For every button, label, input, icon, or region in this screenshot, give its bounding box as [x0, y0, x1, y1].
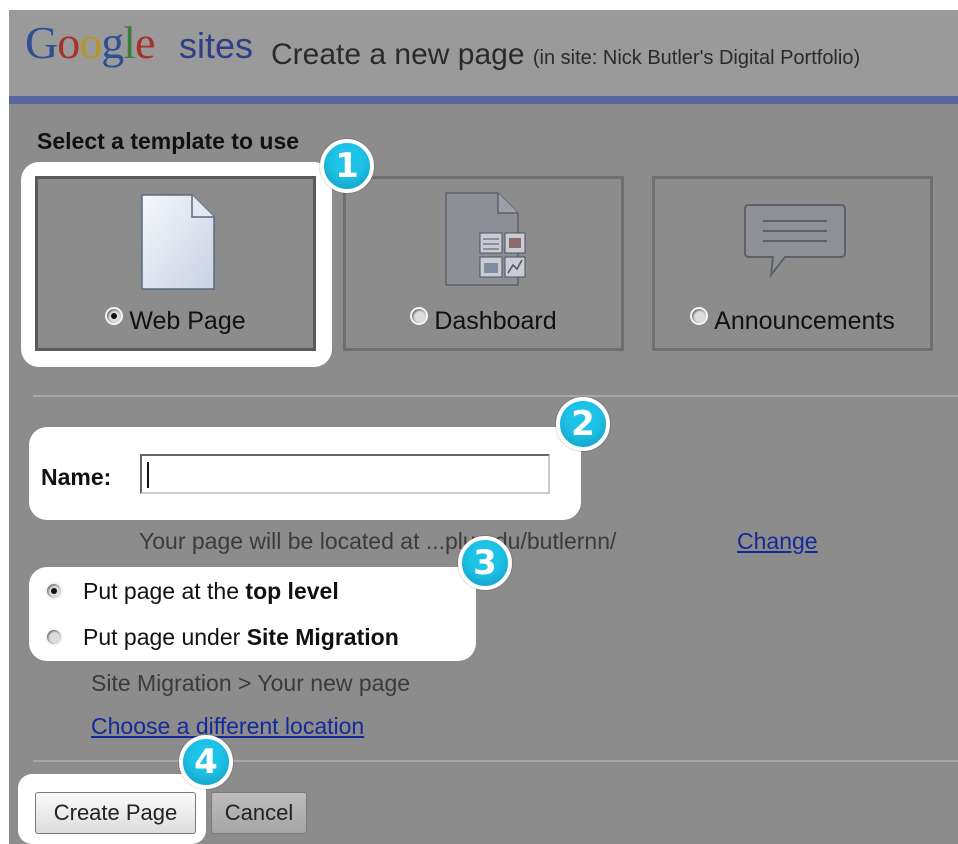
- template-option-web-page[interactable]: Web Page: [38, 307, 313, 336]
- location-option-top-level[interactable]: Put page at the top level: [45, 578, 339, 605]
- callout-badge-3: 3: [458, 536, 512, 590]
- create-page-button[interactable]: Create Page: [35, 792, 196, 834]
- blank-page-icon: [141, 194, 215, 290]
- radio-dashboard[interactable]: [410, 307, 429, 325]
- callout-badge-4: 4: [179, 735, 233, 789]
- location-top-prefix: Put page at the: [83, 578, 246, 604]
- template-label-announcements: Announcements: [714, 307, 895, 335]
- page-title-text: Create a new page: [271, 38, 525, 71]
- radio-web-page[interactable]: [105, 307, 124, 325]
- choose-location-link[interactable]: Choose a different location: [91, 713, 364, 740]
- name-input[interactable]: [140, 454, 550, 494]
- google-logo: Google: [25, 17, 155, 68]
- page-overlay: Google sites Create a new page (in site:…: [9, 10, 958, 844]
- divider: [33, 760, 958, 762]
- callout-badge-2: 2: [556, 397, 610, 451]
- location-option-under-page[interactable]: Put page under Site Migration: [45, 624, 399, 651]
- template-card-web-page[interactable]: Web Page: [35, 176, 316, 351]
- divider: [33, 395, 958, 397]
- template-label-web-page: Web Page: [129, 307, 246, 335]
- name-label: Name:: [41, 464, 112, 490]
- site-note: (in site: Nick Butler's Digital Portfoli…: [532, 47, 861, 69]
- speech-bubble-icon: [744, 204, 846, 279]
- cancel-button[interactable]: Cancel: [211, 792, 307, 834]
- header-accent-bar: [9, 96, 958, 104]
- template-card-dashboard[interactable]: Dashboard: [343, 176, 624, 351]
- location-breadcrumb: Site Migration > Your new page: [91, 670, 411, 696]
- callout-badge-1: 1: [320, 139, 374, 193]
- template-option-announcements[interactable]: Announcements: [655, 307, 930, 336]
- template-label-dashboard: Dashboard: [434, 307, 557, 335]
- header: Google sites Create a new page (in site:…: [9, 10, 958, 96]
- location-under-prefix: Put page under: [83, 624, 247, 650]
- radio-top-level[interactable]: [45, 582, 63, 600]
- template-option-dashboard[interactable]: Dashboard: [346, 307, 621, 336]
- location-top-bold: top level: [245, 578, 339, 604]
- dashboard-icon: [445, 192, 526, 286]
- template-card-announcements[interactable]: Announcements: [652, 176, 933, 351]
- radio-announcements[interactable]: [690, 307, 709, 325]
- page-title: Create a new page (in site: Nick Butler'…: [271, 40, 860, 70]
- template-section-label: Select a template to use: [37, 128, 300, 154]
- text-caret: [147, 462, 149, 488]
- radio-under-page[interactable]: [45, 628, 63, 646]
- sites-logo-text: sites: [179, 25, 254, 66]
- location-under-bold: Site Migration: [246, 624, 399, 650]
- change-url-link[interactable]: Change: [737, 528, 818, 555]
- page-url-text: Your page will be located at ...plu.edu/…: [139, 528, 617, 554]
